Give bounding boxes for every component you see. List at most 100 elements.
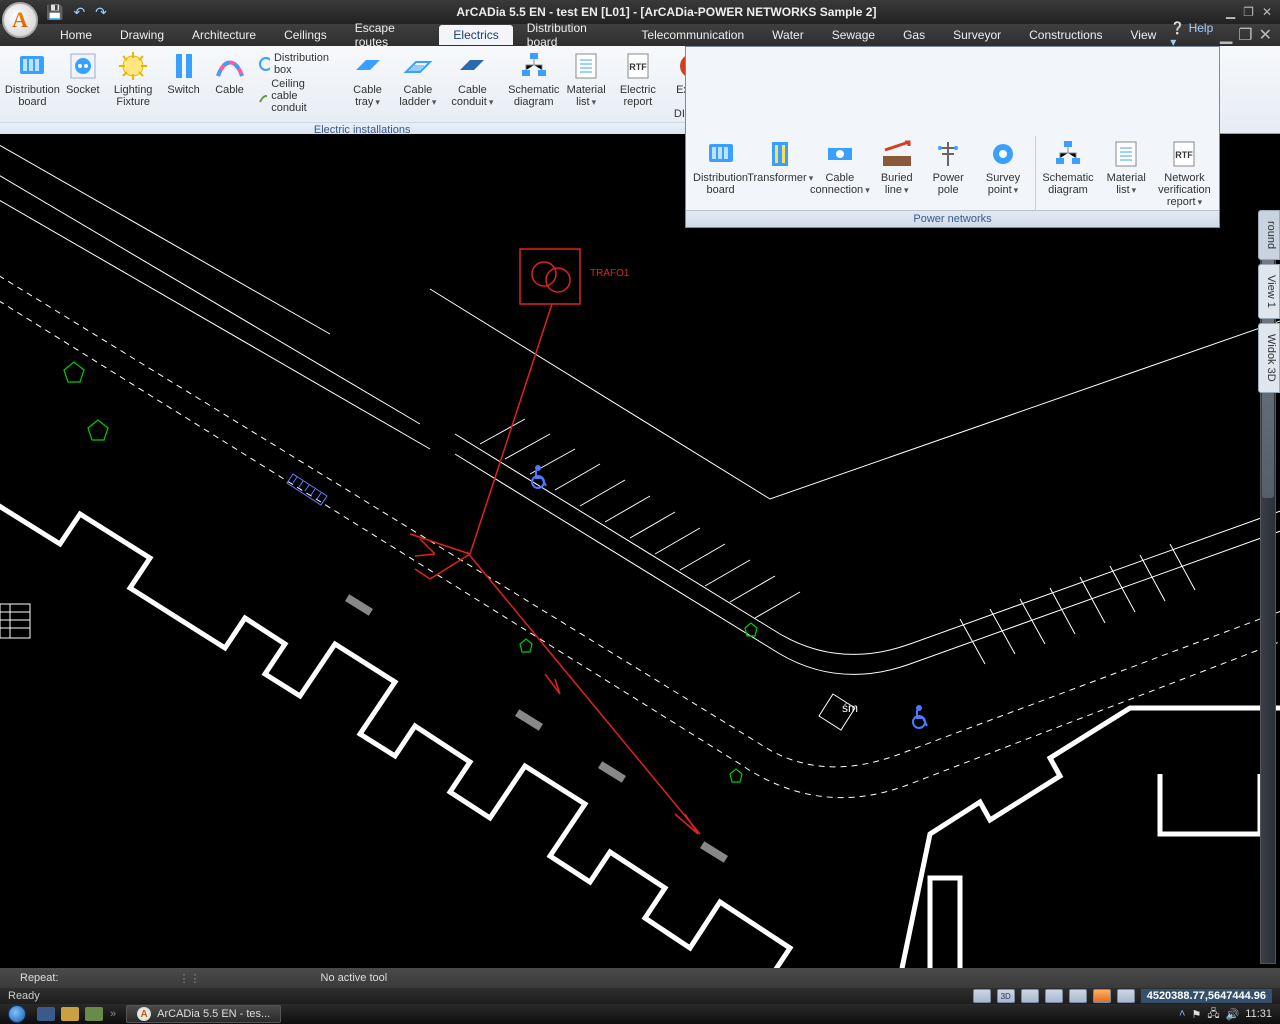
app-restore-icon[interactable]: ❐ bbox=[1238, 25, 1252, 45]
drawing-canvas[interactable]: TRAFO1 śm bbox=[0, 134, 1280, 968]
tray-volume-icon[interactable]: 🔊 bbox=[1226, 1008, 1240, 1021]
tab-telecommunication[interactable]: Telecommunication bbox=[627, 25, 758, 45]
tab-architecture[interactable]: Architecture bbox=[178, 25, 270, 45]
repeat-label: Repeat: bbox=[20, 972, 59, 984]
help-button[interactable]: ❔ Help ▾ bbox=[1170, 21, 1214, 49]
tray-chevron-icon[interactable]: ˄ bbox=[1179, 1008, 1185, 1020]
distribution-board-button[interactable]: Distribution board bbox=[6, 48, 59, 110]
system-tray: ˄ ⚑ 🖧 🔊 11:31 bbox=[1179, 1005, 1280, 1024]
ribbon-tab-bar: Home Drawing Architecture Ceilings Escap… bbox=[0, 24, 1280, 46]
status-icon-7[interactable] bbox=[1117, 989, 1135, 1003]
cable-icon bbox=[214, 50, 246, 82]
trafo-label: TRAFO1 bbox=[590, 268, 630, 279]
power-networks-panel: Distribution board Transformer Cable con… bbox=[685, 46, 1220, 228]
ceiling-cable-conduit-label: Ceiling cable conduit bbox=[271, 78, 332, 114]
cable-button[interactable]: Cable bbox=[208, 48, 252, 98]
tab-drawing[interactable]: Drawing bbox=[106, 25, 178, 45]
titlebar: A 💾 ↶ ↷ ArCADia 5.5 EN - test EN [L01] -… bbox=[0, 0, 1280, 24]
quick-access-toolbar: 💾 ↶ ↷ bbox=[46, 4, 107, 21]
pn-power-pole-label: Power pole bbox=[928, 172, 968, 196]
status-icon-5[interactable] bbox=[1069, 989, 1087, 1003]
qat-save-icon[interactable]: 💾 bbox=[46, 4, 63, 21]
tab-ceilings[interactable]: Ceilings bbox=[270, 25, 341, 45]
pn-schematic-diagram-label: Schematic diagram bbox=[1042, 172, 1093, 196]
status-icon-3d[interactable]: 3D bbox=[997, 989, 1015, 1003]
side-tab-round[interactable]: round bbox=[1258, 210, 1280, 260]
app-minimize-icon[interactable]: ▁ bbox=[1220, 25, 1232, 45]
mdi-minimize-icon[interactable]: ▁ bbox=[1226, 5, 1235, 19]
cable-ladder-button[interactable]: Cable ladder bbox=[392, 48, 444, 110]
taskbar-pin-folder[interactable] bbox=[61, 1007, 79, 1021]
cable-connection-icon bbox=[824, 138, 856, 170]
qat-redo-icon[interactable]: ↷ bbox=[95, 4, 107, 21]
status-icon-3[interactable] bbox=[1021, 989, 1039, 1003]
tab-water[interactable]: Water bbox=[758, 25, 818, 45]
distribution-box-icon bbox=[258, 56, 270, 72]
schematic-diagram-button[interactable]: Schematic diagram bbox=[507, 48, 560, 110]
status-icon-4[interactable] bbox=[1045, 989, 1063, 1003]
mdi-restore-icon[interactable]: ❐ bbox=[1243, 5, 1254, 19]
cable-conduit-button[interactable]: Cable conduit bbox=[446, 48, 499, 110]
ribbon-group-electric-installations: Distribution board Socket Lighting Fixtu… bbox=[0, 46, 725, 133]
tab-sewage[interactable]: Sewage bbox=[818, 25, 889, 45]
pn-material-list-button[interactable]: Material list bbox=[1099, 136, 1154, 210]
tab-constructions[interactable]: Constructions bbox=[1015, 25, 1116, 45]
app-close-icon[interactable]: ✕ bbox=[1259, 25, 1272, 45]
tab-surveyor[interactable]: Surveyor bbox=[939, 25, 1015, 45]
status-icon-1[interactable] bbox=[973, 989, 991, 1003]
pn-distribution-board-button[interactable]: Distribution board bbox=[690, 136, 751, 210]
ready-label: Ready bbox=[8, 990, 40, 1002]
tray-clock[interactable]: 11:31 bbox=[1245, 1008, 1272, 1020]
side-tab-widok3d[interactable]: Widok 3D bbox=[1258, 323, 1280, 393]
app-logo[interactable]: A bbox=[2, 2, 38, 38]
pn-schematic-diagram-button[interactable]: Schematic diagram bbox=[1037, 136, 1098, 210]
pn-buried-line-button[interactable]: Buried line bbox=[870, 136, 923, 210]
windows-orb-icon bbox=[8, 1005, 26, 1023]
material-list-icon bbox=[1110, 138, 1142, 170]
rtf-icon: RTF bbox=[622, 50, 654, 82]
mdi-close-icon[interactable]: ✕ bbox=[1262, 5, 1272, 19]
rtf-icon: RTF bbox=[1168, 138, 1200, 170]
pn-power-pole-button[interactable]: Power pole bbox=[923, 136, 973, 210]
app-logo-glyph: A bbox=[12, 7, 28, 33]
cable-conduit-label: Cable conduit bbox=[451, 84, 494, 108]
distribution-box-button[interactable]: Distribution box bbox=[258, 52, 333, 76]
tray-network-icon[interactable]: 🖧 bbox=[1207, 1005, 1219, 1024]
cable-tray-button[interactable]: Cable tray bbox=[345, 48, 390, 110]
status-icon-warn[interactable] bbox=[1093, 989, 1111, 1003]
switch-label: Switch bbox=[167, 84, 199, 96]
svg-text:RTF: RTF bbox=[629, 62, 647, 72]
side-tab-view1[interactable]: View 1 bbox=[1258, 264, 1280, 319]
tray-flag-icon[interactable]: ⚑ bbox=[1191, 1008, 1201, 1021]
switch-button[interactable]: Switch bbox=[162, 48, 206, 98]
taskbar-task-arcadia[interactable]: A ArCADia 5.5 EN - tes... bbox=[126, 1005, 281, 1023]
help-label: Help bbox=[1189, 21, 1214, 35]
tab-view[interactable]: View bbox=[1117, 25, 1171, 45]
transformer-icon bbox=[764, 138, 796, 170]
pn-cable-connection-button[interactable]: Cable connection bbox=[809, 136, 870, 210]
pn-transformer-label: Transformer bbox=[747, 172, 813, 184]
schematic-diagram-icon bbox=[1052, 138, 1084, 170]
switch-icon bbox=[168, 50, 200, 82]
pn-network-report-button[interactable]: RTF Network verification report bbox=[1154, 136, 1215, 210]
taskbar-pin-app[interactable] bbox=[85, 1007, 103, 1021]
tab-gas[interactable]: Gas bbox=[889, 25, 939, 45]
tab-electrics[interactable]: Electrics bbox=[439, 25, 512, 45]
ceiling-cable-conduit-button[interactable]: Ceiling cable conduit bbox=[258, 78, 333, 114]
qat-undo-icon[interactable]: ↶ bbox=[73, 4, 85, 21]
pn-transformer-button[interactable]: Transformer bbox=[751, 136, 809, 210]
socket-button[interactable]: Socket bbox=[61, 48, 105, 98]
cable-ladder-label: Cable ladder bbox=[397, 84, 439, 108]
taskbar-pin-explorer[interactable] bbox=[37, 1007, 55, 1021]
ceiling-cable-conduit-icon bbox=[258, 88, 268, 104]
tab-home[interactable]: Home bbox=[46, 25, 106, 45]
cable-tray-icon bbox=[352, 50, 384, 82]
material-list-button[interactable]: Material list bbox=[562, 48, 610, 110]
active-tool-label: No active tool bbox=[321, 972, 388, 984]
pn-survey-point-button[interactable]: Survey point bbox=[973, 136, 1032, 210]
start-button[interactable] bbox=[0, 1004, 34, 1024]
lighting-fixture-label: Lighting Fixture bbox=[112, 84, 155, 108]
electric-report-button[interactable]: RTF Electric report bbox=[612, 48, 663, 110]
survey-point-icon bbox=[987, 138, 1019, 170]
lighting-fixture-button[interactable]: Lighting Fixture bbox=[107, 48, 160, 110]
